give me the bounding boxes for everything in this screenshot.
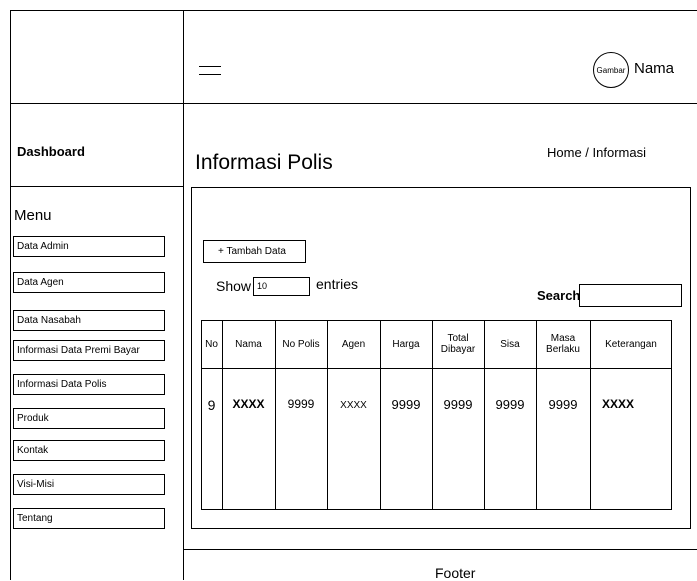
sidebar-item-label: Kontak: [17, 445, 49, 456]
breadcrumb[interactable]: Home / Informasi: [547, 145, 646, 160]
entries-value: 10: [257, 281, 268, 291]
cell-no-polis: 9999: [287, 397, 315, 411]
cell-agen: XXXX: [340, 400, 367, 411]
cell-nama: XXXX: [232, 397, 265, 411]
header-top-line: [10, 10, 697, 11]
left-border: [10, 10, 11, 580]
sidebar-item-data-nasabah[interactable]: Data Nasabah: [13, 310, 165, 331]
search-label: Search:: [537, 288, 585, 303]
sidebar-item-label: Informasi Data Polis: [17, 379, 107, 390]
cell-no: 9: [207, 397, 216, 413]
add-data-button-label: + Tambah Data: [218, 246, 286, 257]
sidebar-item-visi-misi[interactable]: Visi-Misi: [13, 474, 165, 495]
sidebar-item-premi-bayar[interactable]: Informasi Data Premi Bayar: [13, 340, 165, 361]
avatar[interactable]: Gambar: [593, 52, 629, 88]
sidebar-title[interactable]: Dashboard: [17, 144, 85, 159]
sidebar-item-label: Visi-Misi: [17, 479, 55, 490]
column-header-no[interactable]: No: [201, 320, 222, 368]
cell-sisa: 9999: [495, 397, 525, 412]
sidebar-item-label: Tentang: [17, 513, 53, 524]
header-bottom-line: [10, 103, 697, 104]
sidebar-item-kontak[interactable]: Kontak: [13, 440, 165, 461]
cell-total-dibayar: 9999: [443, 397, 473, 412]
column-header-masa-berlaku[interactable]: Masa Berlaku: [539, 320, 587, 368]
menu-heading: Menu: [14, 207, 52, 224]
sidebar-divider: [183, 10, 184, 580]
column-header-agen[interactable]: Agen: [327, 320, 380, 368]
column-header-keterangan[interactable]: Keterangan: [590, 320, 672, 368]
sidebar-item-data-agen[interactable]: Data Agen: [13, 272, 165, 293]
column-header-sisa[interactable]: Sisa: [484, 320, 536, 368]
user-name[interactable]: Nama: [634, 60, 674, 77]
entries-select[interactable]: 10: [253, 277, 310, 296]
show-label: Show: [216, 278, 252, 294]
sidebar-item-tentang[interactable]: Tentang: [13, 508, 165, 529]
column-header-nama[interactable]: Nama: [222, 320, 275, 368]
sidebar-item-label: Informasi Data Premi Bayar: [17, 345, 140, 356]
cell-masa-berlaku: 9999: [548, 397, 578, 412]
col-divider: [432, 320, 433, 510]
sidebar-item-label: Data Nasabah: [17, 315, 81, 326]
sidebar-title-divider: [10, 186, 183, 187]
table-header-divider: [201, 368, 672, 369]
col-divider: [536, 320, 537, 510]
cell-harga: 9999: [391, 397, 421, 412]
avatar-label: Gambar: [596, 65, 626, 75]
column-header-harga[interactable]: Harga: [380, 320, 432, 368]
sidebar-item-produk[interactable]: Produk: [13, 408, 165, 429]
sidebar-item-label: Data Admin: [17, 241, 69, 252]
sidebar-item-data-admin[interactable]: Data Admin: [13, 236, 165, 257]
page-title: Informasi Polis: [195, 151, 333, 174]
add-data-button[interactable]: + Tambah Data: [203, 240, 306, 263]
footer-text: Footer: [435, 565, 476, 581]
search-input[interactable]: [579, 284, 682, 307]
sidebar-item-label: Data Agen: [17, 277, 64, 288]
hamburger-menu-icon[interactable]: [199, 64, 221, 78]
sidebar-item-data-polis[interactable]: Informasi Data Polis: [13, 374, 165, 395]
footer-top-line: [183, 549, 697, 550]
entries-label: entries: [316, 276, 359, 292]
column-header-no-polis[interactable]: No Polis: [275, 320, 327, 368]
cell-keterangan: XXXX: [601, 397, 634, 411]
column-header-total-dibayar[interactable]: Total Dibayar: [434, 320, 482, 368]
sidebar-item-label: Produk: [17, 413, 49, 424]
